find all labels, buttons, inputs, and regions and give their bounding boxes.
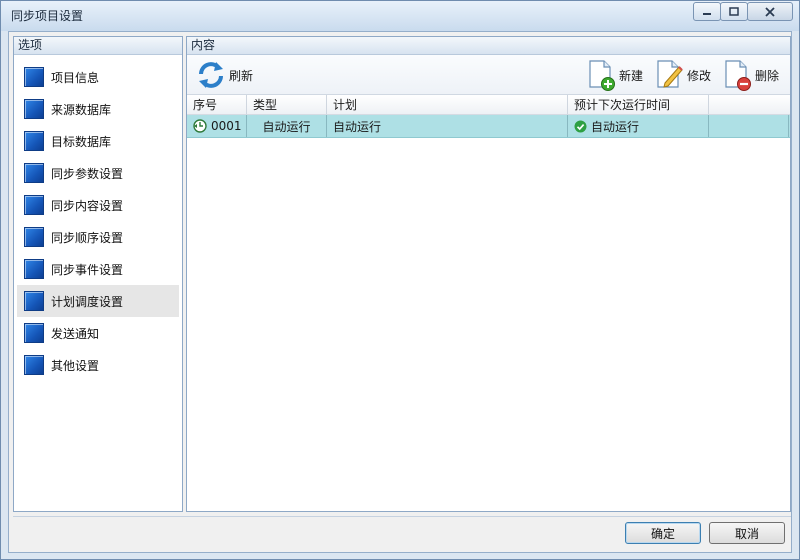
content-panel-header: 内容 (187, 37, 790, 55)
column-header-plan[interactable]: 计划 (327, 95, 568, 114)
option-icon (24, 227, 44, 247)
option-icon (24, 131, 44, 151)
nav-item-sync-events[interactable]: 同步事件设置 (17, 253, 179, 285)
nav-item-project-info[interactable]: 项目信息 (17, 61, 179, 93)
cell-plan: 自动运行 (327, 115, 568, 137)
nav-item-label: 来源数据库 (51, 102, 112, 117)
edit-document-icon (657, 60, 683, 88)
nav-item-label: 目标数据库 (51, 134, 112, 149)
option-icon (24, 323, 44, 343)
cell-type: 自动运行 (247, 115, 327, 137)
option-icon (24, 195, 44, 215)
edit-button[interactable]: 修改 (655, 58, 711, 92)
nav-item-label: 发送通知 (51, 326, 100, 341)
option-icon (24, 291, 44, 311)
nav-item-label: 同步事件设置 (51, 262, 124, 277)
cell-next-run: 自动运行 (568, 115, 709, 137)
cell-index: 0001 (187, 115, 247, 137)
ok-button[interactable]: 确定 (625, 522, 701, 544)
dialog-buttons: 确定 取消 (625, 522, 785, 544)
table-header: 序号 类型 计划 预计下次运行时间 (187, 95, 790, 115)
nav-item-sync-order[interactable]: 同步顺序设置 (17, 221, 179, 253)
content-panel: 内容 刷新 新建 修改 删除 序号 类型 计划 预计下次运行时间 0001 自动… (186, 36, 791, 512)
close-button[interactable] (747, 2, 793, 21)
option-icon (24, 163, 44, 183)
options-panel: 选项 项目信息 来源数据库 目标数据库 同步参数设置 同步内容设置 同步顺序设置… (13, 36, 183, 512)
options-nav: 项目信息 来源数据库 目标数据库 同步参数设置 同步内容设置 同步顺序设置 同步… (14, 55, 182, 381)
option-icon (24, 259, 44, 279)
cell-index-text: 0001 (211, 119, 242, 133)
column-header-next-run[interactable]: 预计下次运行时间 (568, 95, 709, 114)
options-panel-header: 选项 (14, 37, 182, 55)
nav-item-sync-params[interactable]: 同步参数设置 (17, 157, 179, 189)
title-bar[interactable]: 同步项目设置 (1, 1, 799, 31)
new-label: 新建 (619, 68, 644, 83)
nav-item-target-db[interactable]: 目标数据库 (17, 125, 179, 157)
cancel-button[interactable]: 取消 (709, 522, 785, 544)
minimize-icon (703, 12, 711, 15)
nav-item-other[interactable]: 其他设置 (17, 349, 179, 381)
restore-button[interactable] (720, 2, 748, 21)
dialog-window: 同步项目设置 选项 项目信息 来源数据库 目标数据库 同步参数设置 同步内容设置… (0, 0, 800, 560)
refresh-label: 刷新 (229, 68, 254, 83)
new-document-icon (589, 60, 615, 91)
cell-extra (709, 115, 789, 137)
nav-item-label: 其他设置 (51, 358, 100, 373)
nav-item-notifications[interactable]: 发送通知 (17, 317, 179, 349)
minimize-button[interactable] (693, 2, 721, 21)
nav-item-label: 项目信息 (51, 70, 100, 85)
edit-label: 修改 (687, 68, 712, 83)
refresh-icon (199, 62, 223, 88)
nav-item-schedule[interactable]: 计划调度设置 (17, 285, 179, 317)
dialog-client-area: 选项 项目信息 来源数据库 目标数据库 同步参数设置 同步内容设置 同步顺序设置… (8, 31, 792, 553)
nav-item-label: 同步参数设置 (51, 166, 124, 181)
option-icon (24, 67, 44, 87)
option-icon (24, 355, 44, 375)
column-header-extra[interactable] (709, 95, 789, 114)
schedule-table: 序号 类型 计划 预计下次运行时间 0001 自动运行 自动运行 自动运行 (187, 95, 790, 138)
nav-item-label: 同步内容设置 (51, 198, 124, 213)
delete-document-icon (725, 60, 751, 91)
clock-icon (193, 119, 207, 133)
delete-button[interactable]: 删除 (723, 58, 779, 92)
window-controls (693, 2, 793, 21)
toolbar: 刷新 新建 修改 删除 (187, 55, 790, 95)
close-icon (765, 6, 775, 17)
window-title: 同步项目设置 (11, 9, 84, 23)
refresh-button[interactable]: 刷新 (195, 58, 253, 92)
column-header-index[interactable]: 序号 (187, 95, 247, 114)
column-header-type[interactable]: 类型 (247, 95, 327, 114)
option-icon (24, 99, 44, 119)
check-circle-icon (574, 120, 587, 132)
nav-item-label: 同步顺序设置 (51, 230, 124, 245)
delete-label: 删除 (755, 68, 780, 83)
restore-icon (729, 7, 739, 16)
cell-next-run-text: 自动运行 (591, 119, 640, 134)
table-row[interactable]: 0001 自动运行 自动运行 自动运行 (187, 115, 790, 138)
new-button[interactable]: 新建 (587, 58, 643, 92)
nav-item-label: 计划调度设置 (51, 294, 124, 309)
nav-item-source-db[interactable]: 来源数据库 (17, 93, 179, 125)
nav-item-sync-content[interactable]: 同步内容设置 (17, 189, 179, 221)
